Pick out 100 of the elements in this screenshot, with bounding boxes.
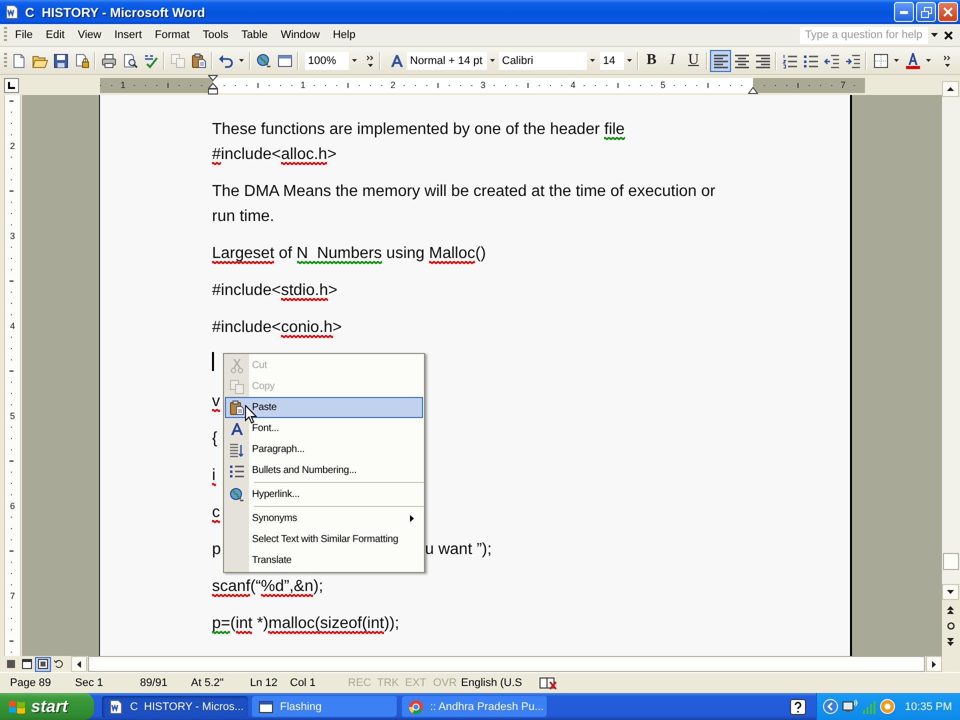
document-text: i [212,466,216,488]
align-right-icon [754,52,770,68]
scroll-right-button[interactable] [926,656,942,672]
status-text: OVR [433,677,458,689]
left-arrow-icon [77,660,81,668]
help-icon[interactable] [790,698,806,714]
ruler-number: 1 [300,78,306,92]
print-view-button[interactable] [35,656,51,672]
zoom-box[interactable]: 100% [305,52,349,70]
ruler-number: 3 [480,78,486,92]
menu-item[interactable]: Format [150,26,195,44]
ruler-number: 7 [840,78,846,92]
bulleted-list-icon [229,462,245,478]
taskbar-button[interactable]: Flashing [252,696,398,718]
bold-button[interactable]: B [641,50,662,72]
grip-handle[interactable] [4,27,7,43]
circle-icon [946,622,954,630]
menu-item[interactable]: File [10,26,38,44]
font-box[interactable]: Calibri [499,52,587,70]
ruler-number: 3 [8,231,16,241]
ruler-number: 7 [8,591,16,601]
tab-stop-selector[interactable] [4,78,19,92]
ring-tray-icon[interactable] [880,699,895,714]
taskbar-button[interactable]: C HISTORY - Micros... [102,696,248,718]
context-menu-item[interactable]: Bullets and Numbering... [225,460,423,481]
grip-handle[interactable] [4,52,7,68]
paragraph-lines-icon [229,442,245,458]
taskbar-button[interactable]: :: Andhra Pradesh Pu... [402,696,548,718]
context-menu-item[interactable]: Font... [225,418,423,439]
status-text: 89/91 [140,677,169,689]
horizontal-ruler[interactable]: 1 1 2 3 4 5 7 [100,78,865,92]
web-view-button[interactable] [19,656,35,672]
spelling-status-icon[interactable] [539,676,557,690]
help-search-field[interactable]: Type a question for help [800,26,928,44]
vertical-ruler[interactable]: 2 3 4 5 6 7 [4,95,21,656]
indent-marker-icon[interactable] [208,74,218,94]
document-text: run time. [212,207,274,227]
status-text: REC [348,677,372,689]
context-menu-item[interactable]: Translate [225,550,423,571]
document-lock-icon [74,52,90,68]
printer-icon [100,52,116,68]
context-menu-item[interactable]: Hyperlink... [225,484,423,505]
minimize-button[interactable] [894,2,914,22]
vertical-scrollbar[interactable] [942,97,960,584]
status-text: Ln 12 [250,677,279,689]
status-text: At 5.2" [191,677,225,689]
clipboard-icon [229,400,245,416]
chevron-icon [944,54,950,66]
context-menu-item[interactable]: Select Text with Similar Formatting [225,529,423,550]
scroll-down-button[interactable] [942,584,959,600]
caret-icon [931,33,938,37]
font-size-box[interactable]: 14 [600,52,624,70]
window-icon [258,698,274,714]
text-cursor [212,352,214,371]
document-text: p=(int *)malloc(sizeof(int)); [212,614,400,636]
border-grid-icon [872,52,888,68]
chevron-left-icon [822,699,838,714]
right-arrow-icon [932,660,936,668]
menu-item[interactable]: Tools [198,26,234,44]
menu-item[interactable]: Edit [40,26,70,44]
network-icon[interactable] [842,698,858,714]
menu-item[interactable]: Help [328,26,360,44]
decrease-indent-icon [824,52,840,68]
caret-icon [894,59,899,62]
context-menu-item[interactable]: Paragraph... [225,439,423,460]
scroll-thumb[interactable] [943,553,959,570]
restore-button[interactable] [916,2,936,22]
view-icon [6,659,16,669]
close-button[interactable] [938,2,958,22]
style-box[interactable]: Normal + 14 pt [407,52,487,70]
align-center-icon [734,52,750,68]
up-arrow-icon [947,87,954,91]
menu-item[interactable]: Insert [109,26,147,44]
status-text: TRK [377,677,400,689]
ruler-number: 2 [8,141,16,151]
menu-item[interactable]: Table [236,26,273,44]
caret-icon [926,59,931,62]
caret-icon [490,59,495,62]
document-text: #include<conio.h> [212,318,342,340]
menu-item[interactable]: View [72,26,106,44]
show-hidden-icons-button[interactable] [822,699,838,714]
context-menu-item[interactable]: Synonyms [225,508,423,529]
ruler-number: 2 [390,78,396,92]
underline-button[interactable]: U [683,50,704,72]
view-icon [22,659,32,669]
ruler-number: 4 [570,78,576,92]
document-text: p [212,541,221,558]
align-left-button[interactable] [710,50,731,72]
document-text: scanf(“%d”,&n); [212,577,324,599]
caret-icon [352,59,357,62]
italic-button[interactable]: I [662,50,683,72]
menu-item[interactable]: Window [276,26,325,44]
scroll-left-button[interactable] [71,656,87,672]
bulleted-list-icon [802,52,818,68]
start-button[interactable]: start [0,693,94,720]
double-up-arrow-icon [947,606,954,614]
clipboard-icon [190,52,206,68]
scroll-up-button[interactable] [942,81,959,97]
globe-link-icon [256,52,272,68]
context-menu-item[interactable]: Paste [225,397,423,418]
